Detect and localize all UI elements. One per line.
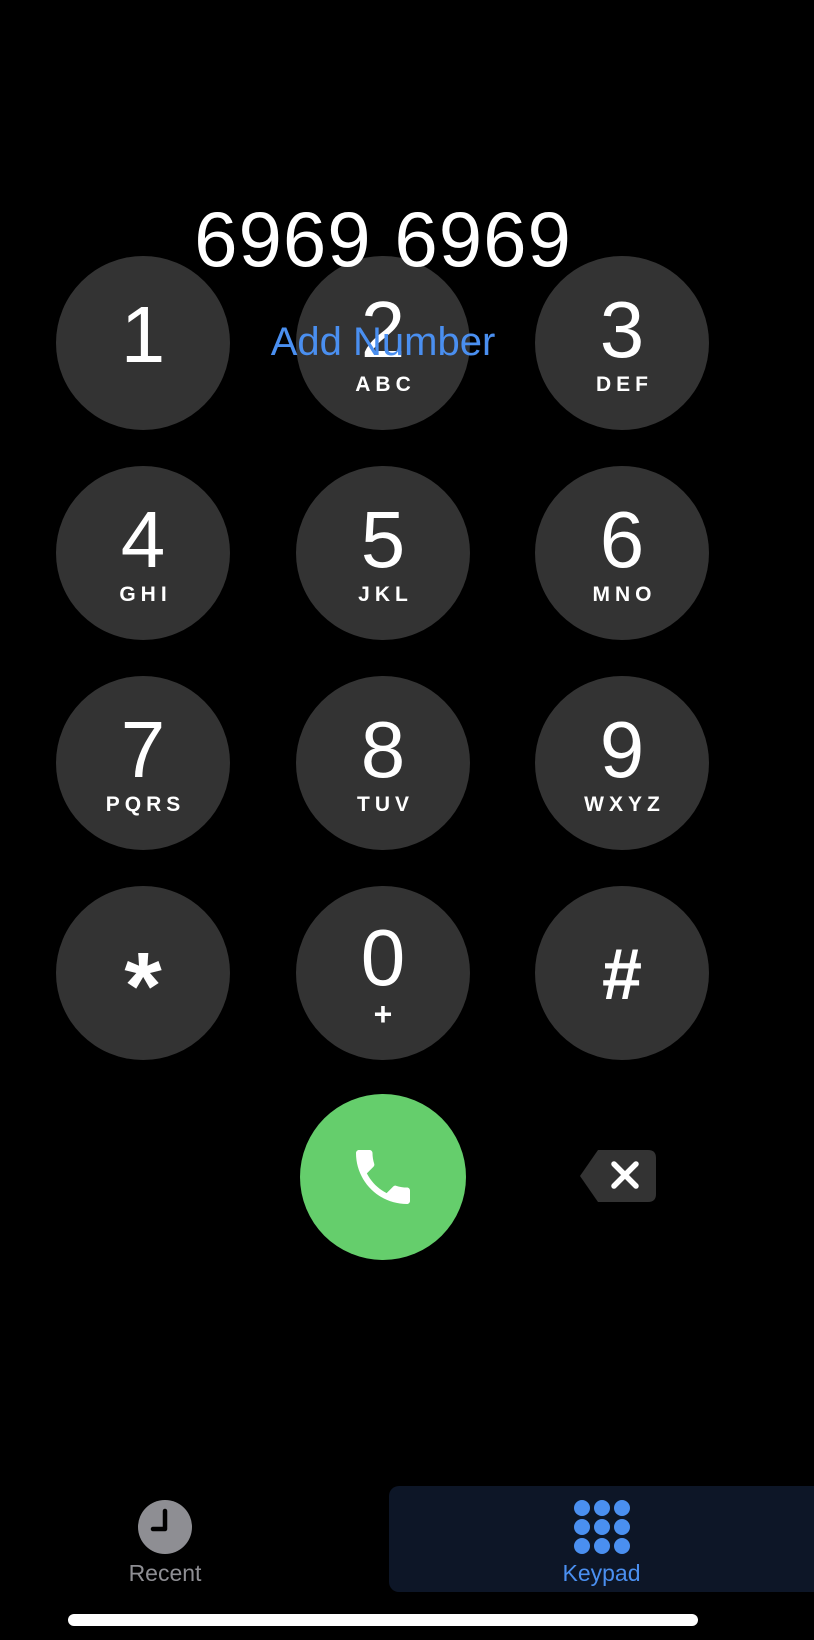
tab-keypad[interactable]: Keypad <box>389 1486 814 1592</box>
keypad-grid-icon <box>573 1500 630 1554</box>
key-letters: ABC <box>355 373 416 396</box>
home-indicator[interactable] <box>68 1614 698 1626</box>
key-digit: 6 <box>599 495 645 584</box>
key-4[interactable]: 4 GHI <box>56 466 230 640</box>
key-letters: MNO <box>592 583 657 606</box>
clock-icon <box>138 1500 192 1554</box>
tab-bar: Recent Keypad <box>0 1486 814 1592</box>
key-9[interactable]: 9 WXYZ <box>535 676 709 850</box>
key-letters: GHI <box>119 583 172 606</box>
key-digit: # <box>601 935 643 1015</box>
key-letters: PQRS <box>105 793 186 816</box>
key-8[interactable]: 8 TUV <box>296 676 470 850</box>
tab-recent-label: Recent <box>128 1560 202 1586</box>
add-number-link[interactable]: Add Number <box>0 322 766 362</box>
dialed-number: 6969 6969 <box>194 195 572 283</box>
delete-button[interactable] <box>578 1148 658 1204</box>
key-digit: 7 <box>120 705 166 794</box>
key-star[interactable]: * <box>56 886 230 1060</box>
key-7[interactable]: 7 PQRS <box>56 676 230 850</box>
key-6[interactable]: 6 MNO <box>535 466 709 640</box>
call-button[interactable] <box>300 1094 466 1260</box>
key-0[interactable]: 0 + <box>296 886 470 1060</box>
key-digit: * <box>124 933 162 1040</box>
tab-icon <box>573 1498 631 1556</box>
key-letters: WXYZ <box>584 793 665 816</box>
key-letters: JKL <box>358 583 413 606</box>
key-5[interactable]: 5 JKL <box>296 466 470 640</box>
key-digit: 0 <box>360 913 406 1002</box>
key-letters: TUV <box>357 793 414 816</box>
key-letters: DEF <box>596 373 653 396</box>
tab-icon <box>137 1498 193 1556</box>
backspace-icon <box>580 1150 656 1202</box>
key-digit: 5 <box>360 495 406 584</box>
key-digit: 4 <box>120 495 166 584</box>
tab-keypad-label: Keypad <box>562 1560 641 1586</box>
tab-recent[interactable]: Recent <box>0 1486 330 1592</box>
key-digit: 8 <box>360 705 406 794</box>
key-digit: 9 <box>599 705 645 794</box>
key-letters: + <box>373 996 393 1032</box>
key-hash[interactable]: # <box>535 886 709 1060</box>
phone-icon <box>356 1150 410 1204</box>
